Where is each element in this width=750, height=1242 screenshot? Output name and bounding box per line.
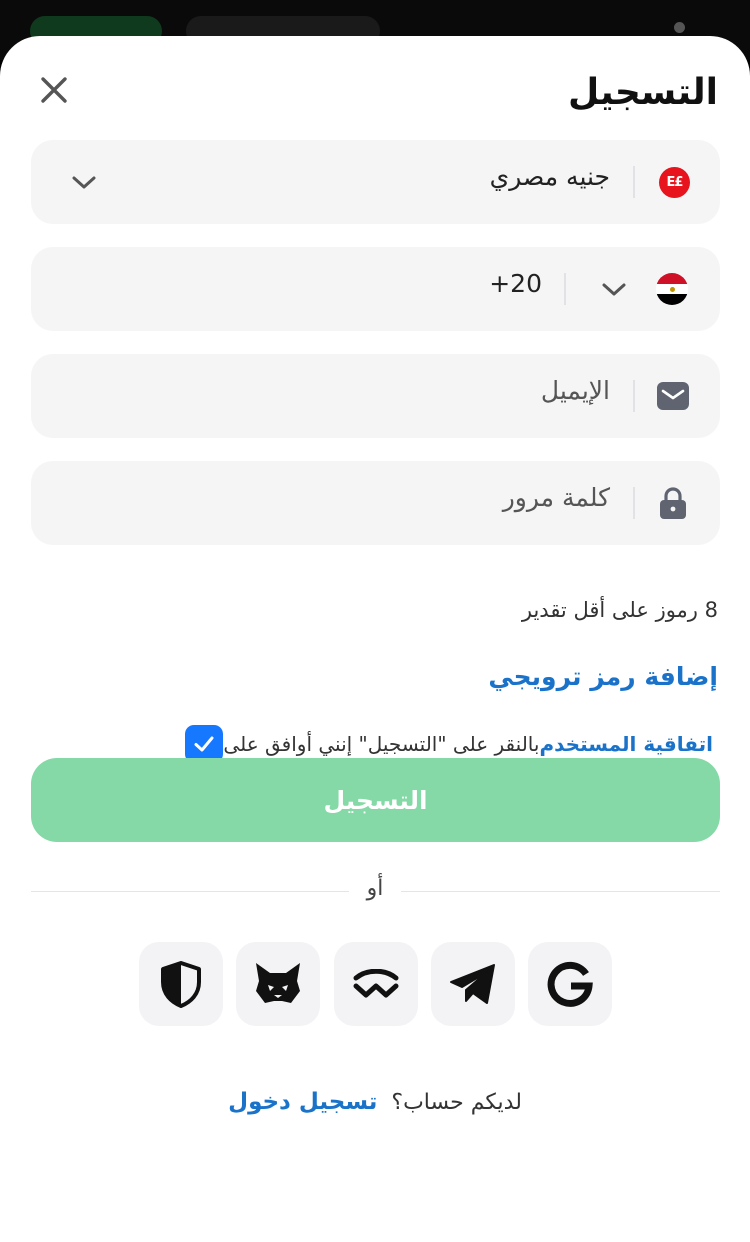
shield-wallet-icon xyxy=(161,961,201,1008)
password-hint: 8 رموز على أقل تقدير xyxy=(521,598,718,622)
add-promo-code-link[interactable]: إضافة رمز ترويجي xyxy=(488,662,718,691)
password-placeholder: كلمة مرور xyxy=(502,483,610,512)
check-icon xyxy=(194,736,214,752)
phone-code: +20 xyxy=(489,269,542,298)
field-divider xyxy=(564,273,566,305)
telegram-button[interactable] xyxy=(431,942,515,1026)
currency-badge-icon: E£ xyxy=(659,167,690,198)
divider-line xyxy=(401,891,720,892)
telegram-icon xyxy=(450,964,495,1004)
email-placeholder: الإيميل xyxy=(540,376,610,405)
lock-icon xyxy=(660,487,686,519)
chevron-down-icon[interactable] xyxy=(600,275,628,303)
currency-label: جنيه مصري xyxy=(489,162,610,191)
close-icon xyxy=(41,77,67,103)
metamask-icon xyxy=(256,963,300,1003)
agreement-text: بالنقر على "التسجيل" إنني أوافق على xyxy=(223,732,540,756)
currency-select[interactable]: E£ جنيه مصري xyxy=(31,140,720,224)
walletconnect-button[interactable] xyxy=(334,942,418,1026)
phone-field[interactable]: +20 xyxy=(31,247,720,331)
field-divider xyxy=(633,380,635,412)
walletconnect-icon xyxy=(353,969,399,998)
signup-submit-button[interactable]: التسجيل xyxy=(31,758,720,842)
divider-line xyxy=(31,891,349,892)
status-dot xyxy=(674,22,685,33)
field-divider xyxy=(633,487,635,519)
page-title: التسجيل xyxy=(568,72,718,113)
shield-wallet-button[interactable] xyxy=(139,942,223,1026)
envelope-icon xyxy=(657,382,689,410)
email-field[interactable]: الإيميل xyxy=(31,354,720,438)
user-agreement-link[interactable]: اتفاقية المستخدم xyxy=(539,732,713,756)
chevron-down-icon xyxy=(72,176,96,189)
close-button[interactable] xyxy=(36,72,72,108)
login-row: لديكم حساب؟ تسجيل دخول xyxy=(0,1089,750,1115)
metamask-button[interactable] xyxy=(236,942,320,1026)
google-button[interactable] xyxy=(528,942,612,1026)
signup-sheet: التسجيل E£ جنيه مصري +20 الإيميل كلمة مر… xyxy=(0,36,750,1242)
login-link[interactable]: تسجيل دخول xyxy=(228,1089,377,1115)
google-icon xyxy=(547,961,593,1007)
or-divider-text: أو xyxy=(366,876,384,901)
have-account-text: لديكم حساب؟ xyxy=(391,1089,522,1115)
egypt-flag-icon xyxy=(656,273,688,305)
field-divider xyxy=(633,166,635,198)
password-field[interactable]: كلمة مرور xyxy=(31,461,720,545)
